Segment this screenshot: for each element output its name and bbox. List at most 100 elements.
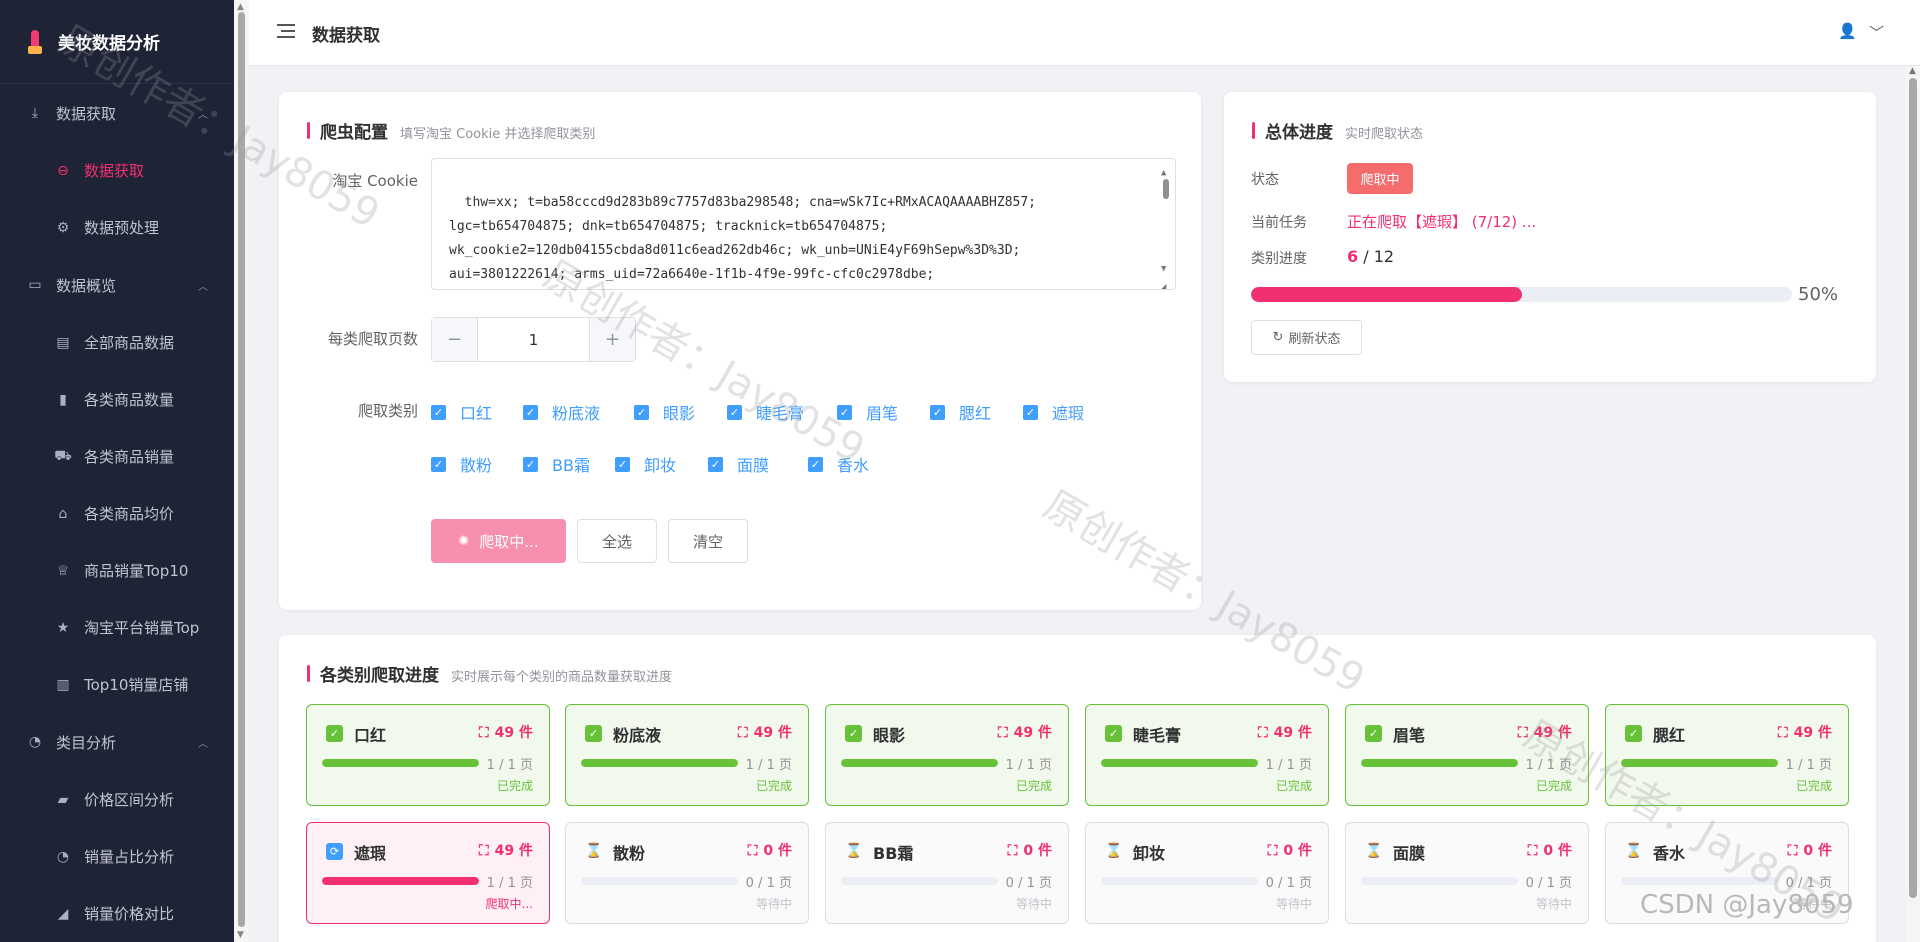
price-tag-icon: ⌂: [58, 505, 68, 522]
card-subtitle: 实时展示每个类别的商品数量获取进度: [451, 670, 673, 685]
sidebar-item-label: 销量占比分析: [84, 848, 175, 866]
item-count-value: 49 件: [1273, 725, 1312, 741]
sidebar-item-top10-shops[interactable]: ▥ Top10销量店铺: [0, 656, 234, 713]
scroll-up-icon: ▲: [237, 2, 244, 12]
decrement-button[interactable]: −: [432, 318, 477, 361]
category-progress-bar: [1621, 759, 1778, 767]
sidebar-item-sales-share[interactable]: ◔ 销量占比分析: [0, 828, 234, 885]
category-progress-fill: [581, 759, 738, 767]
chevron-up-icon: ︿: [198, 282, 208, 293]
sidebar-item-data-fetch[interactable]: ⊖ 数据获取: [0, 142, 234, 199]
refresh-status-button[interactable]: ↻ 刷新状态: [1251, 320, 1362, 355]
crawl-button[interactable]: ✺ 爬取中...: [431, 519, 566, 563]
menu-group-overview[interactable]: ▭ 数据概览 ︿: [0, 256, 234, 314]
category-status: 已完成: [1015, 779, 1052, 793]
check-icon: ✓: [1365, 725, 1382, 742]
category-name: 睫毛膏: [1133, 726, 1182, 745]
category-progress-item: ⌛ 面膜 ⛶ 0 件 0 / 1 页等待中: [1345, 822, 1589, 924]
category-checkbox[interactable]: ✓ 香水: [808, 452, 869, 476]
category-checkbox[interactable]: ✓ BB霜: [523, 452, 590, 476]
sidebar-item-category-avg-price[interactable]: ⌂ 各类商品均价: [0, 485, 234, 542]
check-icon: ✓: [930, 404, 945, 420]
page-progress: 1 / 1 页: [1265, 758, 1312, 773]
menu-group-category-analysis[interactable]: ◔ 类目分析 ︿: [0, 713, 234, 771]
category-progress-fill: [322, 877, 479, 885]
check-icon: ✓: [585, 725, 602, 742]
category-name: 眼影: [873, 726, 906, 745]
category-progress-bar: [1361, 759, 1518, 767]
sidebar-item-sales-price-compare[interactable]: ◢ 销量价格对比: [0, 885, 234, 942]
check-icon: ✓: [523, 456, 538, 472]
check-icon: ✓: [1625, 725, 1642, 742]
category-progress-bar: [841, 877, 998, 885]
category-checkbox[interactable]: ✓ 眼影: [634, 400, 695, 424]
page-progress: 1 / 1 页: [745, 758, 792, 773]
app-logo[interactable]: 美妆数据分析: [0, 0, 234, 84]
sidebar-item-label: Top10销量店铺: [84, 676, 189, 694]
main-scrollbar[interactable]: ▲: [1906, 66, 1920, 942]
select-all-button[interactable]: 全选: [577, 519, 657, 563]
document-icon: ▤: [56, 334, 70, 351]
sidebar-item-top10-sales[interactable]: ♕ 商品销量Top10: [0, 542, 234, 599]
category-checkbox[interactable]: ✓ 遮瑕: [1023, 400, 1084, 424]
item-count: ⛶ 49 件: [1258, 722, 1312, 742]
pages-stepper[interactable]: − 1 +: [431, 317, 636, 362]
category-checkbox[interactable]: ✓ 口红: [431, 400, 492, 424]
category-checkbox[interactable]: ✓ 睫毛膏: [727, 400, 804, 424]
chevron-up-icon: ︿: [198, 110, 208, 121]
check-icon: ✓: [845, 725, 862, 742]
sidebar-item-label: 销量价格对比: [84, 905, 175, 923]
cookie-textarea[interactable]: thw=xx; t=ba58cccd9d283b89c7757d83ba2985…: [431, 158, 1176, 290]
category-progress-label: 类别进度: [1251, 251, 1307, 267]
item-count-value: 49 件: [1533, 725, 1572, 741]
category-name: 面膜: [1393, 844, 1426, 863]
category-checkbox[interactable]: ✓ 卸妆: [615, 452, 676, 476]
category-checkbox[interactable]: ✓ 腮红: [930, 400, 991, 424]
scrollbar-thumb[interactable]: [1909, 78, 1917, 898]
category-status: 已完成: [496, 779, 533, 793]
item-count: ⛶ 0 件: [1008, 840, 1052, 860]
menu-toggle-icon[interactable]: [277, 24, 295, 38]
resize-handle-icon[interactable]: ◢: [1161, 275, 1166, 289]
sidebar-scrollbar[interactable]: ▲ ▼: [234, 0, 249, 942]
sidebar-item-category-count[interactable]: ▮ 各类商品数量: [0, 371, 234, 428]
sidebar-item-category-sales[interactable]: ⛟ 各类商品销量: [0, 428, 234, 485]
scrollbar-thumb[interactable]: [238, 12, 245, 927]
item-count: ⛶ 0 件: [1788, 840, 1832, 860]
hourglass-icon: ⌛: [845, 843, 863, 859]
sidebar-item-price-range[interactable]: ▰ 价格区间分析: [0, 771, 234, 828]
check-icon: ✓: [837, 404, 852, 420]
category-status: 等待中: [1535, 897, 1572, 911]
item-count-value: 0 件: [763, 843, 792, 859]
sidebar-item-all-products[interactable]: ▤ 全部商品数据: [0, 314, 234, 371]
hourglass-icon: ⌛: [1625, 843, 1643, 859]
category-done-count: 6: [1347, 247, 1359, 266]
category-checkbox[interactable]: ✓ 眉笔: [837, 400, 898, 424]
category-checkbox[interactable]: ✓ 面膜: [708, 452, 769, 476]
bag-icon: ⛶: [1257, 725, 1268, 741]
task-label: 当前任务: [1251, 215, 1307, 231]
clear-button[interactable]: 清空: [668, 519, 748, 563]
increment-button[interactable]: +: [590, 318, 635, 361]
category-progress-bar: [1101, 759, 1258, 767]
sidebar-item-taobao-top[interactable]: ★ 淘宝平台销量Top: [0, 599, 234, 656]
pages-input[interactable]: 1: [477, 318, 590, 361]
check-icon: ✓: [615, 456, 630, 472]
textarea-scrollbar[interactable]: ▲ ▼ ◢: [1159, 161, 1173, 289]
crawl-button-label: 爬取中...: [479, 532, 539, 551]
sidebar-item-preprocess[interactable]: ⚙ 数据预处理: [0, 199, 234, 256]
category-progress-bar: [322, 759, 479, 767]
item-count-value: 49 件: [1793, 725, 1832, 741]
category-progress-fill: [1361, 759, 1518, 767]
category-progress-bar: [1621, 877, 1778, 885]
category-checkbox[interactable]: ✓ 粉底液: [523, 400, 600, 424]
user-menu[interactable]: 👤 ﹀: [1838, 22, 1884, 43]
cookie-value: thw=xx; t=ba58cccd9d283b89c7757d83ba2985…: [449, 195, 1037, 282]
category-checkbox[interactable]: ✓ 散粉: [431, 452, 492, 476]
category-status: 爬取中...: [485, 897, 533, 911]
check-icon: ✓: [708, 456, 723, 472]
menu-group-data-fetch[interactable]: ⤓ 数据获取 ︿: [0, 84, 234, 142]
check-icon: ✓: [1023, 404, 1038, 420]
scrollbar-thumb[interactable]: [1163, 179, 1169, 199]
category-name: 眉笔: [1393, 726, 1426, 745]
